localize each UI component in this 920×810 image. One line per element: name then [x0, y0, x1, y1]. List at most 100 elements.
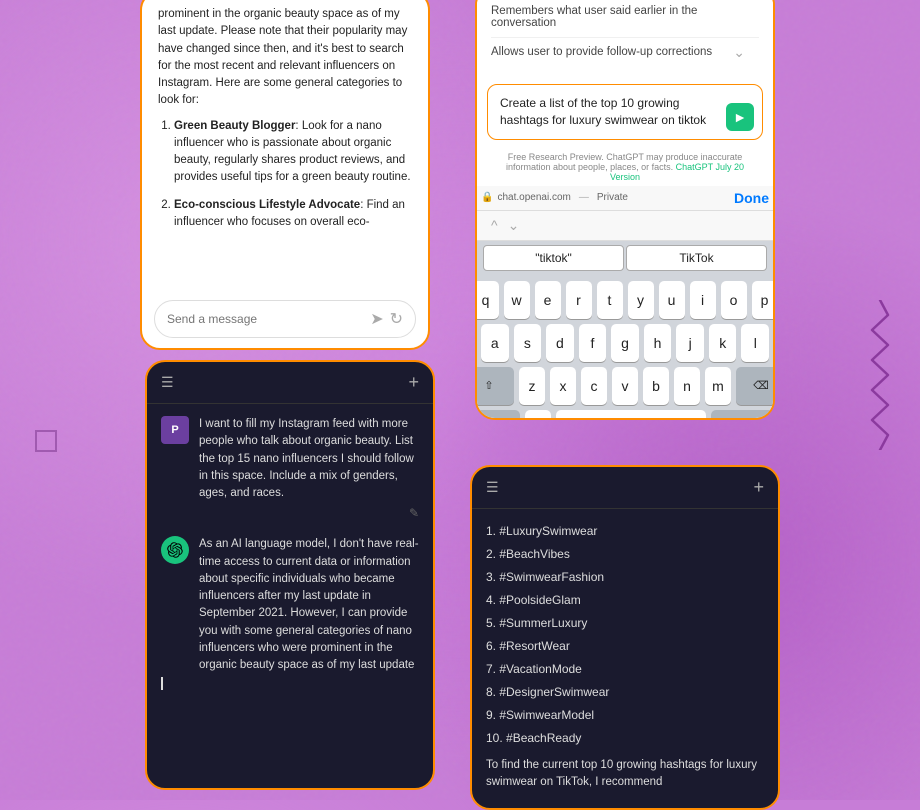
limitation-item-2: Allows user to provide follow-up correct… [491, 38, 759, 66]
emoji-key[interactable]: 🙂 [525, 410, 551, 420]
hashtag-6: 6. #ResortWear [486, 634, 764, 657]
card2-header: ☰ + [147, 362, 433, 404]
shift-key[interactable]: ⇧ [475, 367, 514, 405]
hashtag-9: 9. #SwimwearModel [486, 703, 764, 726]
key-j[interactable]: j [676, 324, 704, 362]
suggestion-2[interactable]: TikTok [626, 245, 767, 271]
hashtag-8: 8. #DesignerSwimwear [486, 680, 764, 703]
key-w[interactable]: w [504, 281, 530, 319]
key-p[interactable]: p [752, 281, 776, 319]
chatgpt-footer: Free Research Preview. ChatGPT may produ… [477, 148, 773, 186]
keyboard-row-2: a s d f g h j k l [481, 324, 769, 362]
key-r[interactable]: r [566, 281, 592, 319]
key-s[interactable]: s [514, 324, 542, 362]
key-c[interactable]: c [581, 367, 607, 405]
card-hashtag-list: ☰ + 1. #LuxurySwimwear2. #BeachVibes3. #… [470, 465, 780, 810]
item1-title: Green Beauty Blogger [174, 120, 295, 132]
chatgpt-send-button[interactable]: ► [726, 103, 754, 131]
hashtag-3: 3. #SwimwearFashion [486, 565, 764, 588]
key-a[interactable]: a [481, 324, 509, 362]
limitations-section: Remembers what user said earlier in the … [477, 0, 773, 76]
key-k[interactable]: k [709, 324, 737, 362]
new-chat-icon[interactable]: + [408, 372, 419, 393]
user-msg-text: I want to fill my Instagram feed with mo… [199, 416, 419, 502]
card1-intro: prominent in the organic beauty space as… [158, 6, 412, 110]
numbers-key[interactable]: 123 [475, 410, 520, 420]
message-input[interactable] [167, 312, 364, 326]
limitation-item-1: Remembers what user said earlier in the … [491, 0, 759, 38]
card4-body: 1. #LuxurySwimwear2. #BeachVibes3. #Swim… [472, 509, 778, 802]
keyboard: q w e r t y u i o p a s d f g h j k l ⇧ … [477, 275, 773, 420]
keyboard-row-4: 123 🙂 space return [481, 410, 769, 420]
message-input-area[interactable]: ➤ ↻ [154, 300, 416, 338]
item2-title: Eco-conscious Lifestyle Advocate [174, 199, 360, 211]
hashtag-5: 5. #SummerLuxury [486, 611, 764, 634]
nav-up-icon[interactable]: ^ [491, 217, 498, 234]
key-x[interactable]: x [550, 367, 576, 405]
cursor [161, 677, 163, 690]
backspace-key[interactable]: ⌫ [736, 367, 775, 405]
keyboard-row-1: q w e r t y u i o p [481, 281, 769, 319]
hashtag-2: 2. #BeachVibes [486, 542, 764, 565]
limitation1-text: Remembers what user said earlier in the … [491, 5, 759, 29]
hashtag-1: 1. #LuxurySwimwear [486, 519, 764, 542]
done-button[interactable]: Done [734, 190, 769, 206]
square-decoration [35, 430, 57, 452]
plus-icon-4[interactable]: + [753, 477, 764, 498]
key-q[interactable]: q [475, 281, 499, 319]
user-message: P I want to fill my Instagram feed with … [161, 416, 419, 520]
keyboard-nav-bar: ^ ⌄ [477, 210, 773, 241]
card4-header: ☰ + [472, 467, 778, 509]
card2-body: P I want to fill my Instagram feed with … [147, 404, 433, 704]
nav-down-icon[interactable]: ⌄ [508, 217, 520, 234]
hashtag-10: 10. #BeachReady [486, 726, 764, 749]
zigzag-decoration [870, 300, 890, 450]
hashtag-list: 1. #LuxurySwimwear2. #BeachVibes3. #Swim… [486, 519, 764, 749]
key-t[interactable]: t [597, 281, 623, 319]
suggestion-1[interactable]: "tiktok" [483, 245, 624, 271]
keyboard-row-3: ⇧ z x c v b n m ⌫ [481, 367, 769, 405]
key-g[interactable]: g [611, 324, 639, 362]
key-n[interactable]: n [674, 367, 700, 405]
key-d[interactable]: d [546, 324, 574, 362]
card-dark-chat: ☰ + P I want to fill my Instagram feed w… [145, 360, 435, 790]
refresh-icon[interactable]: ↻ [390, 309, 403, 329]
limitation2-text: Allows user to provide follow-up correct… [491, 46, 712, 58]
key-v[interactable]: v [612, 367, 638, 405]
list-item-2: Eco-conscious Lifestyle Advocate: Find a… [174, 197, 412, 232]
hashtag-4: 4. #PoolsideGlam [486, 588, 764, 611]
ai-message: As an AI language model, I don't have re… [161, 536, 419, 674]
domain-bar: 🔒 chat.openai.com — Private Done [477, 186, 773, 210]
private-badge: Private [597, 192, 628, 203]
card-chatgpt-keyboard: Remembers what user said earlier in the … [475, 0, 775, 420]
chatgpt-input-area[interactable]: Create a list of the top 10 growing hash… [487, 84, 763, 140]
chatgpt-input-text: Create a list of the top 10 growing hash… [500, 95, 750, 129]
key-m[interactable]: m [705, 367, 731, 405]
keyboard-suggestions: "tiktok" TikTok [477, 241, 773, 275]
key-y[interactable]: y [628, 281, 654, 319]
key-b[interactable]: b [643, 367, 669, 405]
key-i[interactable]: i [690, 281, 716, 319]
card1-list: Green Beauty Blogger: Look for a nano in… [158, 118, 412, 232]
key-u[interactable]: u [659, 281, 685, 319]
ai-avatar [161, 536, 189, 564]
send-icon[interactable]: ➤ [370, 309, 383, 329]
key-f[interactable]: f [579, 324, 607, 362]
key-e[interactable]: e [535, 281, 561, 319]
key-z[interactable]: z [519, 367, 545, 405]
key-l[interactable]: l [741, 324, 769, 362]
menu-icon[interactable]: ☰ [161, 374, 174, 391]
lock-icon: 🔒 [481, 192, 493, 203]
nav-arrows: ^ ⌄ [491, 217, 519, 234]
menu-icon-4[interactable]: ☰ [486, 479, 499, 496]
key-h[interactable]: h [644, 324, 672, 362]
return-key[interactable]: return [711, 410, 776, 420]
card4-footer: To find the current top 10 growing hasht… [486, 757, 764, 792]
key-o[interactable]: o [721, 281, 747, 319]
space-key[interactable]: space [556, 410, 706, 420]
edit-icon[interactable]: ✎ [409, 506, 419, 520]
hashtag-7: 7. #VacationMode [486, 657, 764, 680]
chevron-down-icon: ⌄ [733, 44, 745, 61]
card1-content: prominent in the organic beauty space as… [142, 0, 428, 288]
ai-msg-text: As an AI language model, I don't have re… [199, 536, 419, 674]
